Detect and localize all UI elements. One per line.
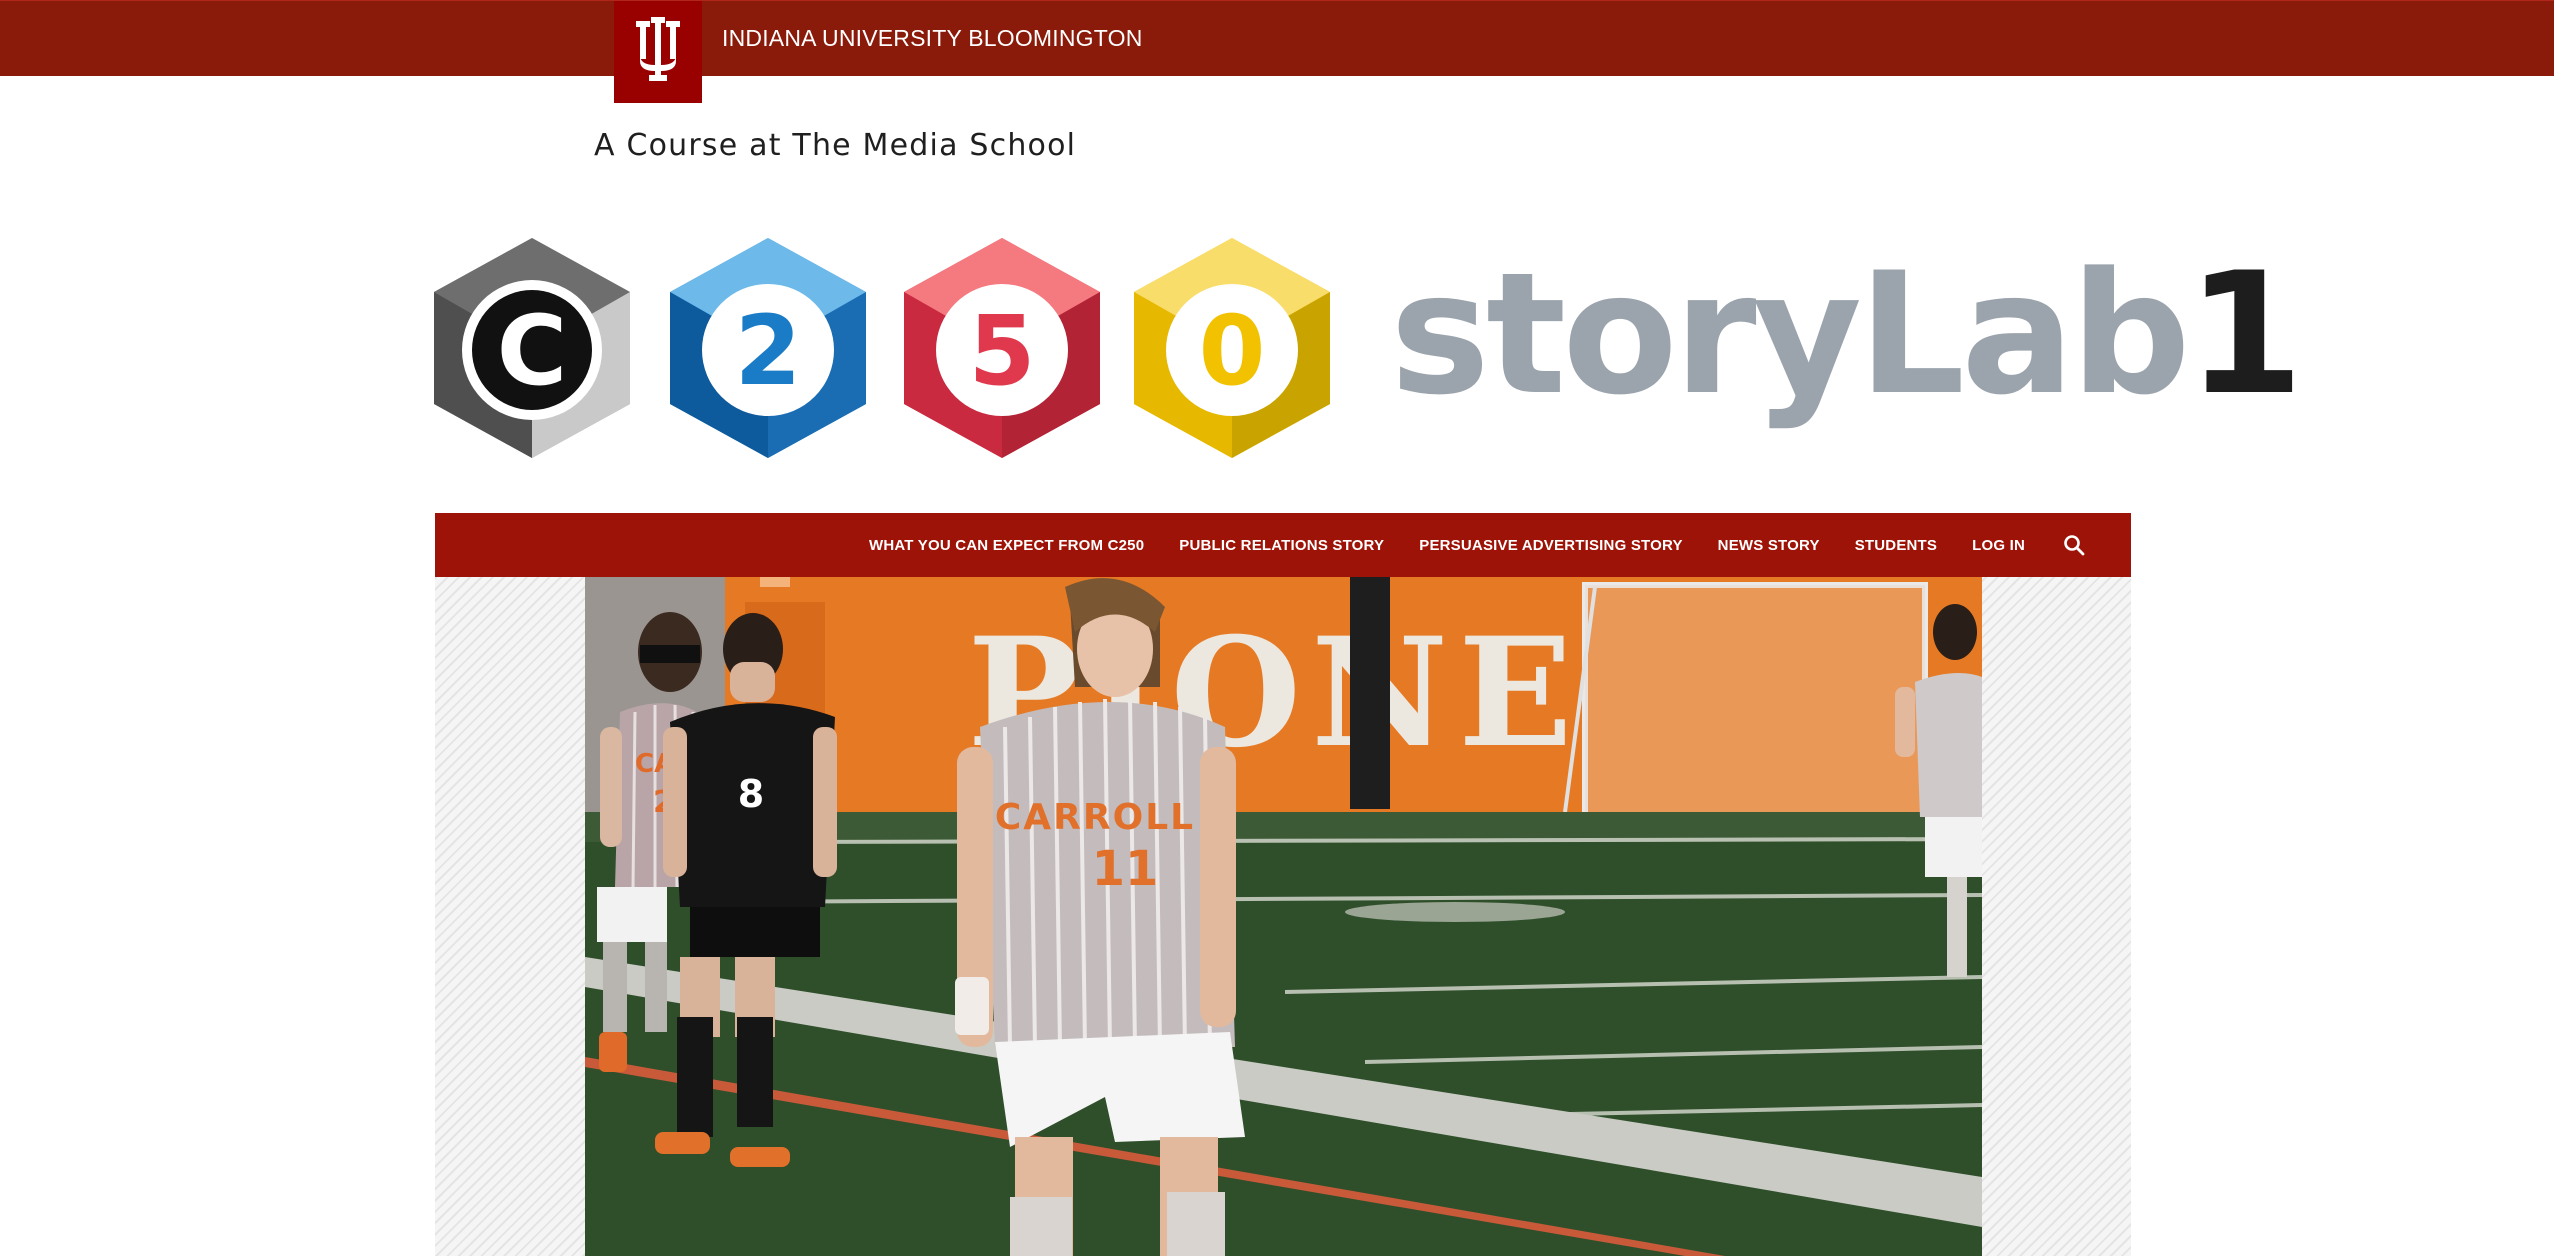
main-jersey-number: 11 <box>1092 841 1159 897</box>
logo-tile-2-digit: 2 <box>735 295 802 407</box>
logo-tile-2: 2 <box>670 238 866 458</box>
nav-item-news-story[interactable]: NEWS STORY <box>1718 537 1820 554</box>
logo-tile-5-digit: 5 <box>969 295 1036 407</box>
iu-trident-icon <box>636 17 680 81</box>
iu-logo[interactable] <box>614 1 702 103</box>
main-navigation: WHAT YOU CAN EXPECT FROM C250 PUBLIC REL… <box>435 513 2131 577</box>
storylab-wordmark[interactable]: storyLab1 <box>1390 250 2304 418</box>
hero-image: PIONE CAR 2 <box>585 577 1982 1256</box>
nav-item-persuasive-advertising-story[interactable]: PERSUASIVE ADVERTISING STORY <box>1419 537 1682 554</box>
search-button[interactable] <box>2063 534 2085 556</box>
storylab-wordmark-suffix: 1 <box>2186 236 2304 432</box>
nav-item-public-relations-story[interactable]: PUBLIC RELATIONS STORY <box>1179 537 1384 554</box>
logo-tile-0-digit: 0 <box>1199 295 1266 407</box>
storylab-wordmark-main: storyLab <box>1390 236 2191 432</box>
main-jersey-text: CARROLL <box>995 797 1195 838</box>
logo-tile-c-letter: C <box>497 295 567 407</box>
logo-tile-5: 5 <box>904 238 1100 458</box>
university-header: INDIANA UNIVERSITY BLOOMINGTON <box>0 0 2554 103</box>
nav-item-log-in[interactable]: LOG IN <box>1972 537 2025 554</box>
nav-item-students[interactable]: STUDENTS <box>1855 537 1937 554</box>
university-name[interactable]: INDIANA UNIVERSITY BLOOMINGTON <box>722 25 1143 52</box>
site-tagline: A Course at The Media School <box>594 128 1077 163</box>
soccer-photo: PIONE CAR 2 <box>585 577 1982 1256</box>
nav-item-what-to-expect[interactable]: WHAT YOU CAN EXPECT FROM C250 <box>869 537 1144 554</box>
logo-tile-c: C <box>434 238 630 458</box>
logo-tile-0: 0 <box>1134 238 1330 458</box>
search-icon <box>2064 535 2085 556</box>
player-8-jersey-number: 8 <box>738 772 764 816</box>
